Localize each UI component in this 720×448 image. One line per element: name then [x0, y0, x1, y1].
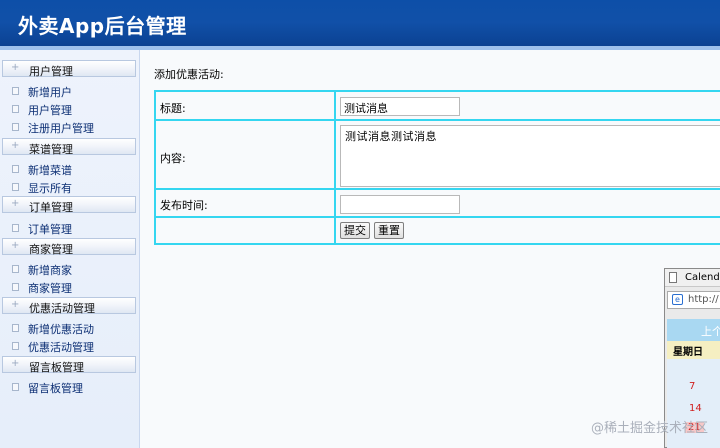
reset-button[interactable]: 重置	[374, 222, 404, 239]
form-row-time: 发布时间:	[156, 190, 720, 218]
doc-icon	[12, 105, 19, 113]
doc-icon	[12, 165, 19, 173]
calendar-nav: 上个	[667, 319, 720, 341]
main-content: 添加优惠活动: 标题: 测试消息 内容: 测试消息测试消息 发布时间: 提交 重…	[140, 50, 720, 448]
page-title: 添加优惠活动:	[154, 68, 224, 81]
popup-address: http://	[688, 294, 719, 305]
popup-title: Calend	[685, 272, 720, 283]
sidebar-group-label: 用户管理	[29, 65, 73, 78]
doc-icon	[12, 87, 19, 95]
sidebar-item-label: 新增商家	[28, 264, 72, 277]
sidebar-group-label: 优惠活动管理	[29, 302, 95, 315]
doc-icon	[12, 383, 19, 391]
doc-icon	[12, 342, 19, 350]
calendar-day[interactable]: 7	[689, 381, 695, 392]
title-label: 标题:	[160, 102, 186, 115]
submit-button[interactable]: 提交	[340, 222, 370, 239]
form-value-cell: 提交 重置	[338, 218, 720, 243]
expand-icon: +	[11, 240, 20, 251]
form-label-cell: 发布时间:	[156, 190, 336, 216]
form-row-actions: 提交 重置	[156, 218, 720, 243]
expand-icon: +	[11, 358, 20, 369]
calendar-weekday-header: 星期日	[667, 341, 720, 359]
sidebar-item-label: 新增菜谱	[28, 164, 72, 177]
sidebar-item-label: 注册用户管理	[28, 122, 94, 135]
sidebar-item-label: 优惠活动管理	[28, 341, 94, 354]
doc-icon	[12, 123, 19, 131]
sidebar-item-label: 留言板管理	[28, 382, 83, 395]
doc-icon	[12, 183, 19, 191]
form-value-cell: 测试消息测试消息	[338, 121, 720, 188]
sidebar-group-label: 留言板管理	[29, 361, 84, 374]
browser-icon: e	[672, 294, 683, 305]
watermark: @稀土掘金技术社区	[590, 421, 708, 436]
expand-icon: +	[11, 198, 20, 209]
sidebar-group-recipes[interactable]: + 菜谱管理	[2, 138, 136, 156]
form-label-cell	[156, 218, 336, 243]
content-label: 内容:	[160, 152, 186, 165]
sidebar-item-label: 新增优惠活动	[28, 323, 94, 336]
calendar-day[interactable]: 14	[689, 403, 702, 414]
sidebar-group-promotions[interactable]: + 优惠活动管理	[2, 297, 136, 315]
sidebar-item-label: 显示所有	[28, 182, 72, 195]
form-row-title: 标题: 测试消息	[156, 92, 720, 121]
promotion-form: 标题: 测试消息 内容: 测试消息测试消息 发布时间: 提交 重置	[154, 90, 720, 245]
form-value-cell: 测试消息	[338, 92, 720, 119]
sidebar-item-label: 商家管理	[28, 282, 72, 295]
prev-month-link[interactable]: 上个	[701, 323, 720, 339]
sidebar-item-label: 订单管理	[28, 223, 72, 236]
doc-icon	[12, 324, 19, 332]
form-value-cell	[338, 190, 720, 216]
sidebar-group-messages[interactable]: + 留言板管理	[2, 356, 136, 374]
sidebar-item-label: 用户管理	[28, 104, 72, 117]
content-textarea[interactable]: 测试消息测试消息	[340, 125, 720, 187]
popup-titlebar[interactable]: Calend	[665, 269, 720, 287]
title-input[interactable]: 测试消息	[340, 97, 460, 116]
expand-icon: +	[11, 140, 20, 151]
sidebar-group-label: 商家管理	[29, 243, 73, 256]
sidebar-group-orders[interactable]: + 订单管理	[2, 196, 136, 214]
form-row-content: 内容: 测试消息测试消息	[156, 121, 720, 190]
form-label-cell: 内容:	[156, 121, 336, 188]
publish-time-input[interactable]	[340, 195, 460, 214]
page-icon	[669, 272, 677, 283]
doc-icon	[12, 265, 19, 273]
doc-icon	[12, 224, 19, 232]
sidebar-group-users[interactable]: + 用户管理	[2, 60, 136, 78]
sidebar-group-label: 订单管理	[29, 201, 73, 214]
expand-icon: +	[11, 299, 20, 310]
time-label: 发布时间:	[160, 199, 208, 212]
app-header: 外卖App后台管理	[0, 0, 720, 50]
popup-address-bar[interactable]: e http://	[667, 291, 720, 309]
weekday-label: 星期日	[673, 347, 703, 358]
app-title: 外卖App后台管理	[18, 14, 187, 38]
sidebar: + 用户管理 新增用户 用户管理 注册用户管理 + 菜谱管理 新增菜谱 显示所有…	[0, 50, 140, 448]
sidebar-item-label: 新增用户	[28, 86, 72, 99]
sidebar-group-merchants[interactable]: + 商家管理	[2, 238, 136, 256]
sidebar-group-label: 菜谱管理	[29, 143, 73, 156]
doc-icon	[12, 283, 19, 291]
expand-icon: +	[11, 62, 20, 73]
form-label-cell: 标题:	[156, 92, 336, 119]
